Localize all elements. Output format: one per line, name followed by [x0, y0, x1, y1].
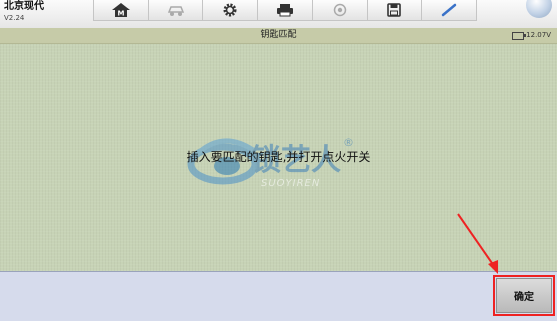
save-button[interactable]: [368, 0, 423, 20]
brand-block: 北京现代 V2.24: [4, 1, 84, 23]
page-title: 钥匙匹配: [260, 30, 297, 40]
print-button[interactable]: [258, 0, 313, 20]
toolbar: M: [93, 0, 477, 21]
top-bar: 北京现代 V2.24 M: [0, 0, 557, 29]
globe-icon: [522, 0, 554, 20]
title-bar: 钥匙匹配 12.07V: [0, 28, 557, 44]
confirm-button[interactable]: 确定: [496, 278, 552, 313]
edit-icon: [441, 3, 457, 17]
brand-name: 北京现代: [4, 1, 44, 12]
camera-button[interactable]: [313, 0, 368, 20]
battery-voltage: 12.07V: [526, 31, 551, 39]
battery-icon: [512, 31, 527, 40]
home-icon: M: [111, 3, 130, 18]
instruction-message: 插入要匹配的钥匙,并打开点火开关: [186, 150, 371, 164]
battery-status: 12.07V: [512, 29, 551, 42]
camera-icon: [333, 3, 346, 17]
edit-button[interactable]: [422, 0, 476, 20]
save-icon: [387, 3, 402, 17]
annotation-arrow-icon: [457, 213, 498, 274]
svg-text:SUOYIREN: SUOYIREN: [261, 178, 320, 189]
print-icon: [277, 4, 294, 17]
settings-button[interactable]: [203, 0, 259, 20]
home-button[interactable]: M: [94, 0, 149, 20]
version-label: V2.24: [4, 14, 25, 22]
svg-text:M: M: [117, 10, 124, 18]
watermark: 锁艺人 ® SUOYIREN: [187, 136, 354, 189]
settings-icon: [223, 3, 237, 17]
vehicle-button[interactable]: [149, 0, 204, 20]
vehicle-icon: [167, 6, 184, 16]
